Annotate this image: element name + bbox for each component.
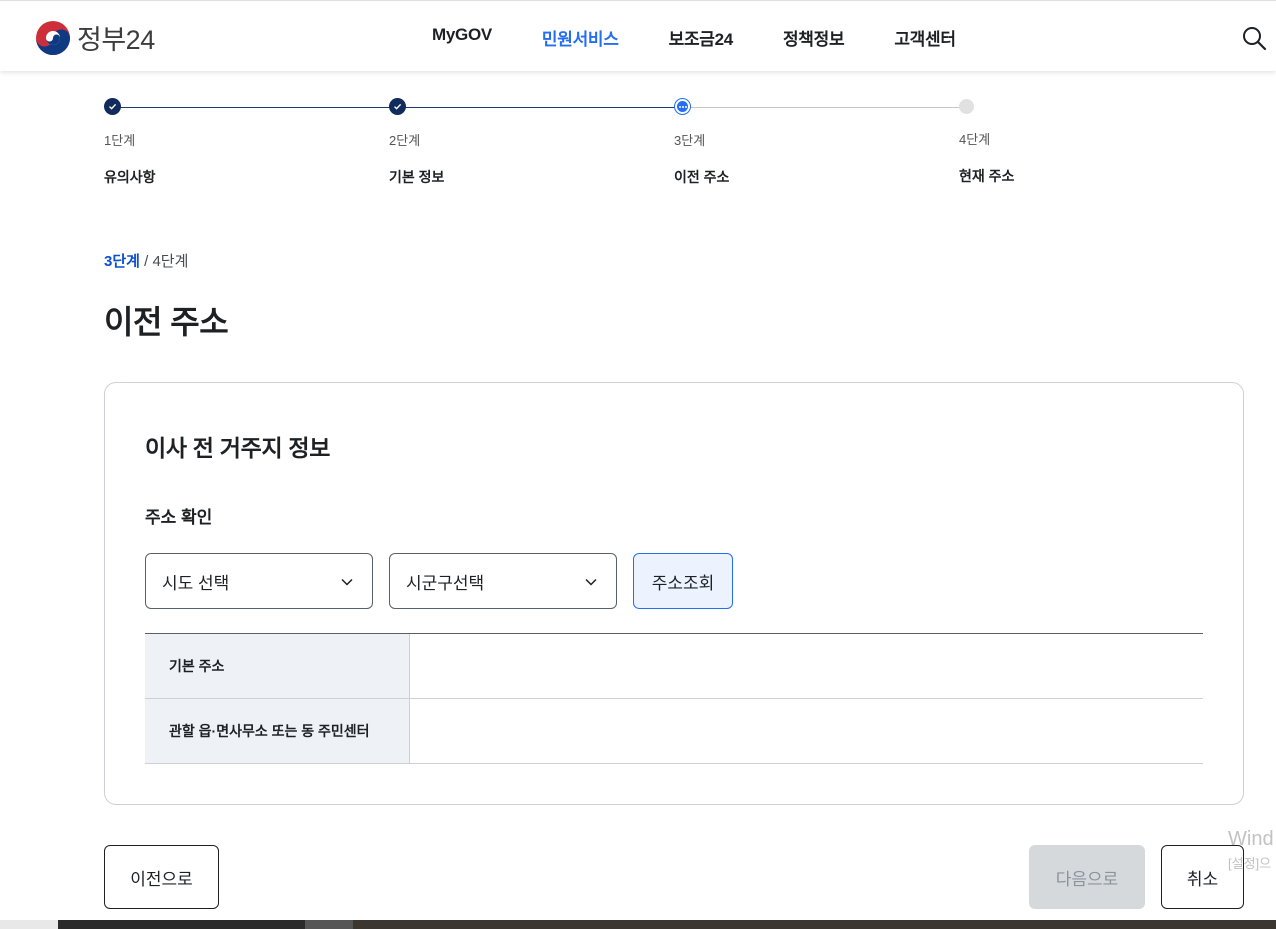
chevron-down-icon [585, 578, 597, 586]
in-progress-icon [674, 98, 691, 115]
step-indicator: 1단계 유의사항 2단계 기본 정보 3단계 이전 주소 4단계 현재 주소 [104, 98, 1014, 198]
step-4: 4단계 현재 주소 [959, 98, 1159, 186]
logo[interactable]: 정부24 [35, 18, 155, 57]
nav-civil-service[interactable]: 민원서비스 [542, 25, 619, 50]
step-3: 3단계 이전 주소 [674, 98, 874, 187]
watermark-line2: [설정]으 [1228, 856, 1272, 871]
chevron-down-icon [341, 578, 353, 586]
step-name: 유의사항 [104, 169, 156, 185]
nav-policy-info[interactable]: 정책정보 [783, 25, 845, 50]
address-table: 기본 주소 관할 읍·면사무소 또는 동 주민센터 [145, 633, 1203, 764]
taskbar-segment [0, 920, 58, 929]
nav-customer-center[interactable]: 고객센터 [894, 25, 956, 50]
sido-select[interactable]: 시도 선택 [145, 553, 373, 609]
taskbar-segment [353, 920, 1276, 929]
table-row: 기본 주소 [145, 634, 1203, 699]
sigungu-select-value: 시군구선택 [406, 573, 485, 593]
step-number: 4단계 [959, 132, 991, 147]
address-lookup-button[interactable]: 주소조회 [633, 553, 733, 609]
logo-text: 정부24 [77, 25, 155, 55]
step-number: 3단계 [674, 133, 706, 148]
next-button[interactable]: 다음으로 [1029, 845, 1145, 909]
card-title: 이사 전 거주지 정보 [145, 435, 331, 461]
page-title: 이전 주소 [104, 304, 229, 340]
step-number: 2단계 [389, 133, 421, 148]
total-steps: 4단계 [152, 253, 189, 270]
step-name: 현재 주소 [959, 168, 1015, 184]
nav-subsidy24[interactable]: 보조금24 [669, 25, 734, 50]
step-name: 기본 정보 [389, 169, 445, 185]
step-name: 이전 주소 [674, 169, 730, 185]
step-1: 1단계 유의사항 [104, 98, 304, 187]
current-step: 3단계 [104, 253, 140, 270]
check-icon [104, 98, 121, 115]
progress-separator: / [139, 253, 153, 270]
search-icon[interactable] [1241, 25, 1267, 51]
watermark-line1: Wind [1228, 828, 1274, 850]
step-progress: 3단계 / 4단계 [104, 250, 188, 271]
taskbar-segment [305, 920, 353, 929]
address-check-label: 주소 확인 [145, 508, 213, 527]
pending-dot-icon [959, 99, 974, 114]
table-row: 관할 읍·면사무소 또는 동 주민센터 [145, 699, 1203, 764]
taegeuk-logo-icon [36, 20, 70, 55]
check-icon [389, 98, 406, 115]
taskbar [0, 920, 1276, 929]
previous-residence-card: 이사 전 거주지 정보 주소 확인 시도 선택 시군구선택 주소조회 기본 주소… [104, 382, 1244, 805]
main-nav: MyGOV 민원서비스 보조금24 정책정보 고객센터 [432, 25, 1006, 50]
step-2: 2단계 기본 정보 [389, 98, 589, 187]
basic-address-label: 기본 주소 [145, 634, 410, 698]
sigungu-select[interactable]: 시군구선택 [389, 553, 617, 609]
step-number: 1단계 [104, 133, 136, 148]
nav-mygov[interactable]: MyGOV [432, 25, 492, 50]
windows-activation-watermark: Wind [설정]으 [1228, 828, 1276, 872]
community-center-value [410, 699, 1203, 763]
basic-address-value [410, 634, 1203, 698]
sido-select-value: 시도 선택 [162, 573, 230, 593]
top-header: 정부24 MyGOV 민원서비스 보조금24 정책정보 고객센터 [0, 0, 1276, 71]
community-center-label: 관할 읍·면사무소 또는 동 주민센터 [145, 699, 410, 763]
previous-button[interactable]: 이전으로 [104, 845, 219, 909]
